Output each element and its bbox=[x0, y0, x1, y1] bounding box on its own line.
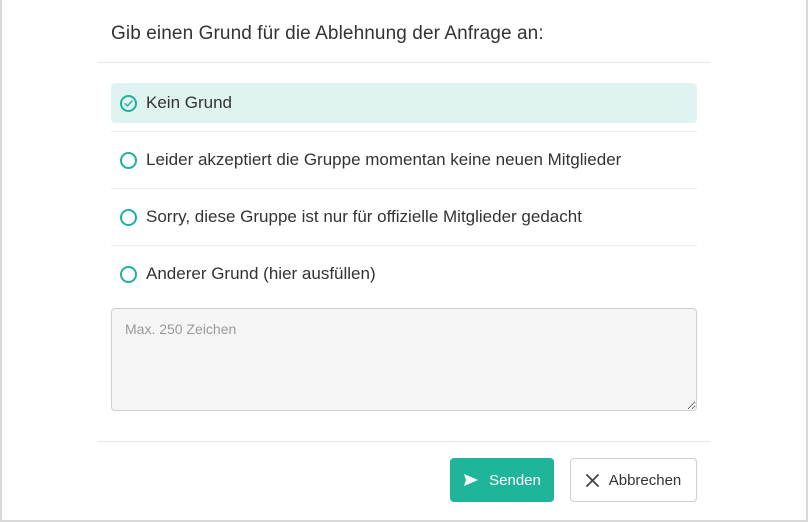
check-circle-icon bbox=[120, 94, 137, 112]
header-divider bbox=[97, 62, 711, 63]
radio-circle-icon bbox=[120, 265, 137, 283]
radio-circle-icon bbox=[120, 208, 137, 226]
cancel-button-label: Abbrechen bbox=[608, 471, 682, 489]
send-icon bbox=[463, 473, 479, 487]
reason-option-label: Sorry, diese Gruppe ist nur für offiziel… bbox=[146, 207, 582, 226]
reason-option-offizielle-mitglieder[interactable]: Sorry, diese Gruppe ist nur für offiziel… bbox=[111, 197, 697, 237]
footer-divider bbox=[97, 441, 711, 442]
reason-options: Kein Grund Leider akzeptiert die Gruppe … bbox=[111, 83, 697, 294]
reason-option-label: Kein Grund bbox=[146, 93, 232, 112]
reason-option-label: Anderer Grund (hier ausfüllen) bbox=[146, 264, 376, 283]
send-button-label: Senden bbox=[489, 471, 541, 489]
reason-option-keine-neuen-mitglieder[interactable]: Leider akzeptiert die Gruppe momentan ke… bbox=[111, 140, 697, 180]
reason-option-anderer-grund[interactable]: Anderer Grund (hier ausfüllen) bbox=[111, 254, 697, 294]
send-button[interactable]: Senden bbox=[450, 458, 554, 502]
close-icon bbox=[585, 473, 599, 487]
option-divider bbox=[111, 245, 697, 246]
custom-reason-textarea[interactable] bbox=[111, 308, 697, 411]
dialog-title: Gib einen Grund für die Ablehnung der An… bbox=[111, 23, 544, 44]
reason-option-label: Leider akzeptiert die Gruppe momentan ke… bbox=[146, 150, 622, 169]
reason-option-kein-grund[interactable]: Kein Grund bbox=[111, 83, 697, 123]
option-divider bbox=[111, 188, 697, 189]
reject-request-dialog: Gib einen Grund für die Ablehnung der An… bbox=[97, 0, 711, 522]
cancel-button[interactable]: Abbrechen bbox=[570, 458, 697, 502]
radio-circle-icon bbox=[120, 151, 137, 169]
option-divider bbox=[111, 131, 697, 132]
